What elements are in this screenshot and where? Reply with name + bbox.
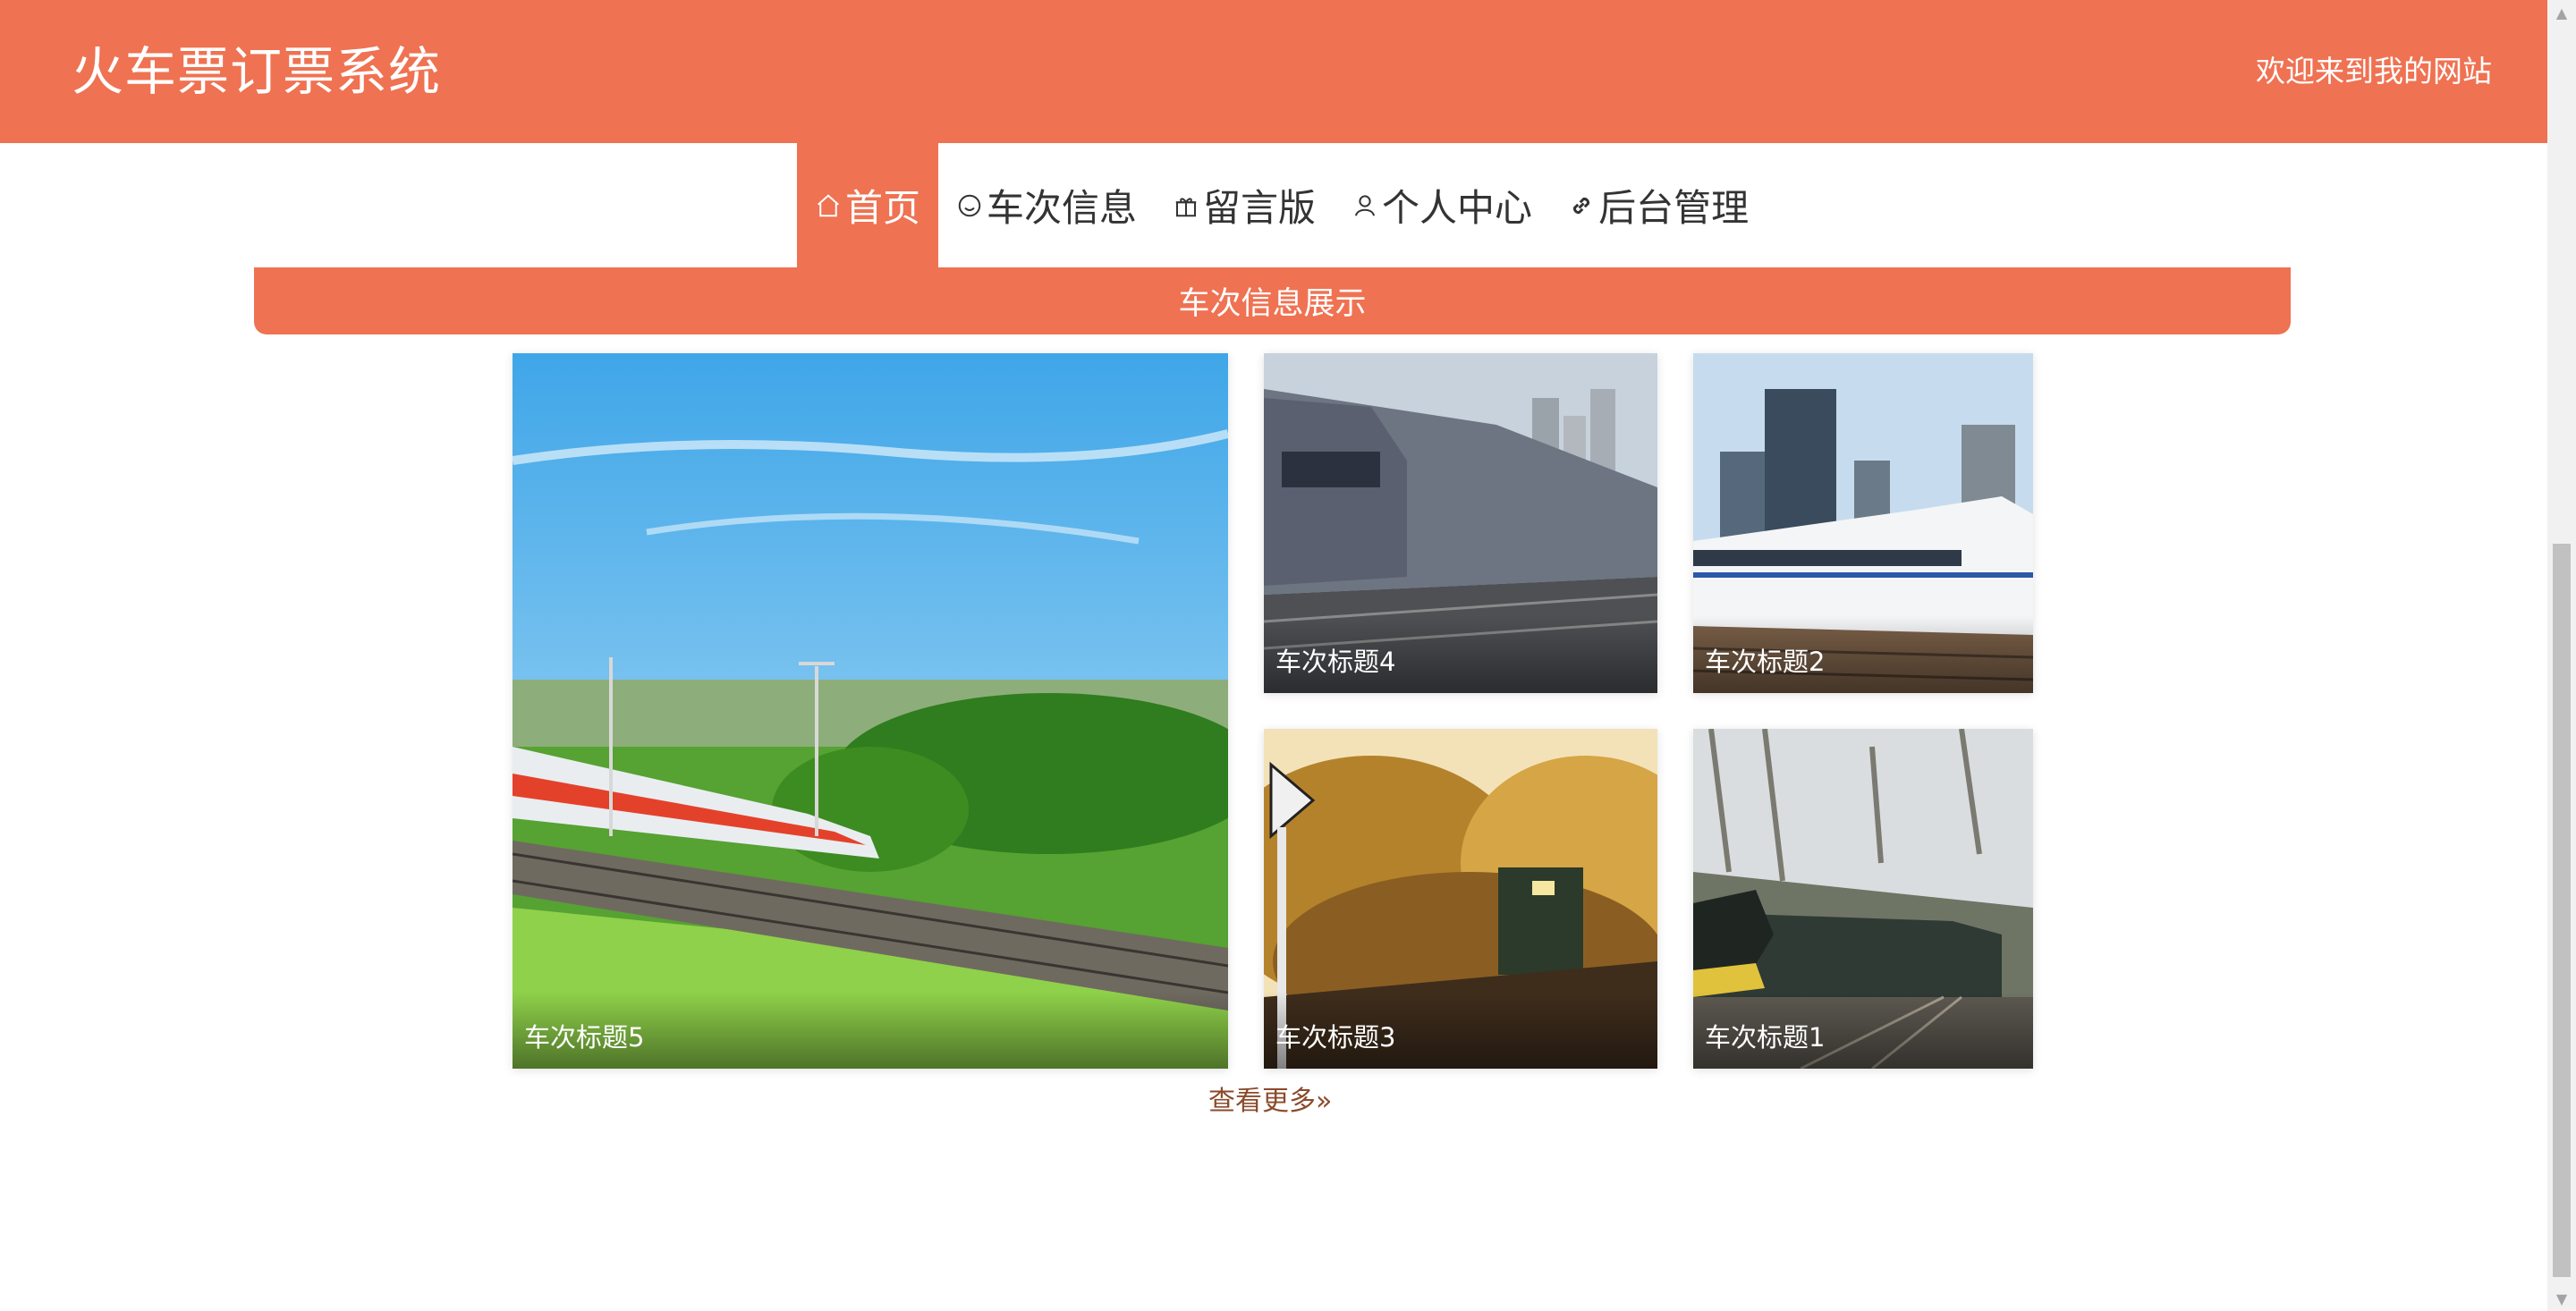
train-card[interactable]: 车次标题2 — [1693, 353, 2033, 693]
train-caption: 车次标题2 — [1693, 616, 2033, 693]
view-more-link[interactable]: 查看更多» — [1208, 1084, 1332, 1120]
main-nav: 首页 车次信息 留言版 个人中心 后台管理 — [797, 143, 1767, 267]
view-more-label: 查看更多 — [1208, 1086, 1316, 1117]
nav-item-admin[interactable]: 后台管理 — [1550, 143, 1767, 267]
gift-icon — [1173, 192, 1199, 219]
nav-item-label: 留言版 — [1203, 186, 1317, 230]
double-chevron-right-icon: » — [1316, 1086, 1333, 1117]
train-caption: 车次标题4 — [1264, 616, 1657, 693]
welcome-text: 欢迎来到我的网站 — [2256, 54, 2492, 89]
train-caption: 车次标题1 — [1693, 992, 2033, 1069]
section-header: 车次信息展示 — [254, 267, 2291, 334]
page: 火车票订票系统 欢迎来到我的网站 首页 车次信息 留言版 个人中心 后台管理 车… — [0, 0, 2576, 1311]
train-card[interactable]: 车次标题5 — [513, 353, 1228, 1069]
site-title: 火车票订票系统 — [72, 41, 442, 102]
train-caption: 车次标题5 — [513, 992, 1228, 1069]
train-card[interactable]: 车次标题4 — [1264, 353, 1657, 693]
user-icon — [1352, 192, 1378, 219]
scrollbar[interactable]: ▲ ▼ — [2547, 0, 2576, 1311]
scroll-down-arrow-icon[interactable]: ▼ — [2547, 1286, 2576, 1311]
section-title: 车次信息展示 — [1178, 286, 1367, 322]
top-header: 火车票订票系统 欢迎来到我的网站 — [0, 0, 2547, 143]
scroll-up-arrow-icon[interactable]: ▲ — [2547, 0, 2576, 25]
nav-item-label: 后台管理 — [1598, 186, 1750, 230]
nav-item-user-center[interactable]: 个人中心 — [1334, 143, 1550, 267]
link-icon — [1568, 192, 1595, 219]
nav-item-label: 首页 — [845, 186, 921, 230]
train-photo — [513, 353, 1228, 1069]
train-caption: 车次标题3 — [1264, 992, 1657, 1069]
nav-item-home[interactable]: 首页 — [797, 143, 939, 267]
nav-item-label: 车次信息 — [987, 186, 1138, 230]
nav-item-message-board[interactable]: 留言版 — [1155, 143, 1334, 267]
home-icon — [815, 192, 842, 219]
train-card[interactable]: 车次标题1 — [1693, 729, 2033, 1069]
scroll-thumb[interactable] — [2553, 544, 2571, 1277]
train-card[interactable]: 车次标题3 — [1264, 729, 1657, 1069]
nav-item-label: 个人中心 — [1382, 186, 1533, 230]
smile-icon — [956, 192, 983, 219]
nav-item-train-info[interactable]: 车次信息 — [938, 143, 1155, 267]
